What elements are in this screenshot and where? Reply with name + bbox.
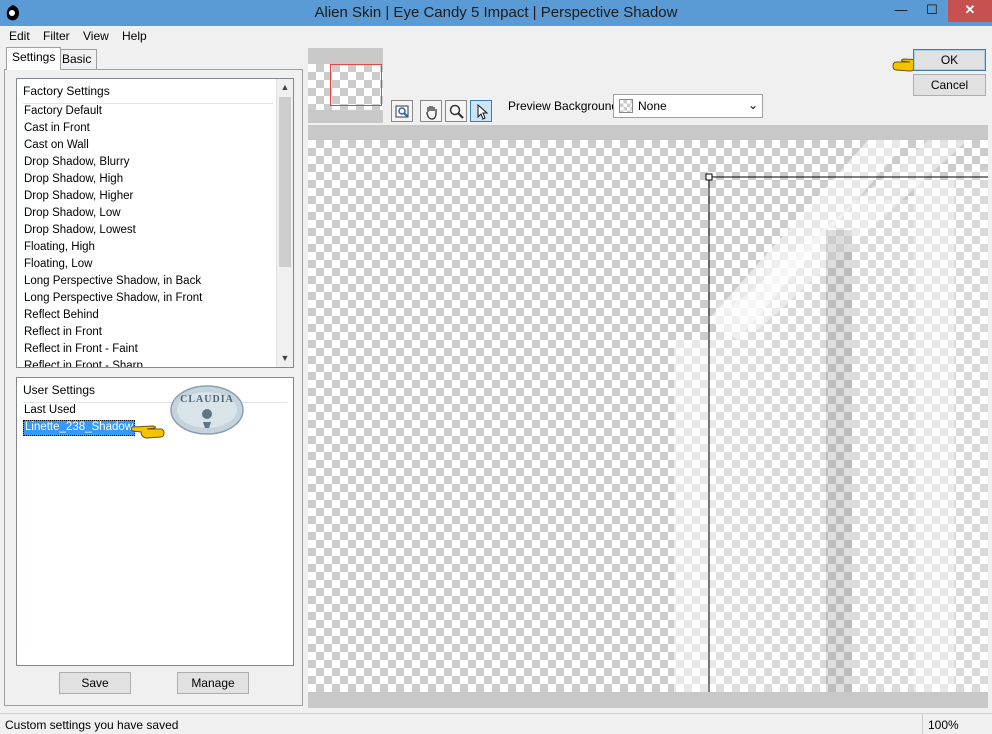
status-message: Custom settings you have saved [5, 718, 179, 732]
transparent-swatch-icon [619, 99, 633, 113]
navigator-viewport[interactable] [330, 64, 382, 106]
user-settings-list[interactable]: User Settings Last Used Linette_238_Shad… [16, 377, 294, 666]
factory-setting-item[interactable]: Reflect in Front [23, 326, 103, 342]
status-divider [922, 714, 923, 734]
preview-background-value: None [638, 99, 667, 113]
preview-background-select[interactable]: None ⌄ [613, 94, 763, 118]
watermark-text: CLAUDIA [180, 394, 234, 405]
preview-area[interactable] [308, 125, 988, 708]
zoom-to-fit-icon [395, 105, 409, 118]
factory-setting-item[interactable]: Cast on Wall [23, 139, 90, 155]
scroll-down-icon[interactable]: ▼ [277, 350, 293, 367]
status-bar: Custom settings you have saved 100% [0, 713, 992, 734]
tab-settings[interactable]: Settings [6, 47, 62, 70]
menu-view[interactable]: View [83, 29, 109, 43]
close-button[interactable]: ✕ [948, 0, 992, 22]
settings-panel: Factory Settings Factory Default Cast in … [4, 69, 303, 706]
factory-setting-item[interactable]: Drop Shadow, Higher [23, 190, 134, 206]
factory-setting-item[interactable]: Drop Shadow, High [23, 173, 124, 189]
factory-setting-item[interactable]: Cast in Front [23, 122, 91, 138]
menu-filter[interactable]: Filter [43, 29, 70, 43]
factory-setting-item[interactable]: Floating, High [23, 241, 96, 257]
save-button[interactable]: Save [59, 672, 131, 694]
factory-setting-item[interactable]: Drop Shadow, Blurry [23, 156, 130, 172]
manage-button[interactable]: Manage [177, 672, 249, 694]
factory-setting-item[interactable]: Drop Shadow, Low [23, 207, 122, 223]
menu-edit[interactable]: Edit [9, 29, 30, 43]
zoom-tool-button[interactable] [445, 100, 467, 122]
cancel-button[interactable]: Cancel [913, 74, 986, 96]
arrow-pointer-icon [477, 104, 489, 120]
maximize-button[interactable]: ☐ [918, 0, 946, 22]
factory-setting-item[interactable]: Floating, Low [23, 258, 93, 274]
hand-icon [426, 106, 437, 120]
factory-settings-scrollbar[interactable]: ▲ ▼ [276, 79, 293, 367]
menu-help[interactable]: Help [122, 29, 147, 43]
scroll-up-icon[interactable]: ▲ [277, 79, 293, 96]
user-settings-header: User Settings [23, 383, 287, 403]
zoom-level: 100% [928, 718, 959, 732]
preview-background-label: Preview Background: [508, 99, 622, 113]
preview-canvas[interactable] [308, 140, 988, 692]
factory-setting-item[interactable]: Long Perspective Shadow, in Back [23, 275, 202, 291]
minimize-button[interactable]: — [887, 0, 915, 22]
chevron-down-icon: ⌄ [747, 98, 758, 112]
factory-setting-item[interactable]: Reflect in Front - Sharp [23, 360, 144, 367]
factory-setting-item[interactable]: Reflect in Front - Faint [23, 343, 139, 359]
shadow-preview-image [674, 140, 988, 692]
factory-setting-item[interactable]: Factory Default [23, 105, 103, 121]
magnifier-icon [449, 104, 464, 119]
hand-tool-button[interactable] [420, 100, 442, 122]
user-setting-linette[interactable]: Linette_238_Shadow [23, 420, 136, 436]
menu-bar: Edit Filter View Help [0, 26, 992, 46]
factory-settings-header: Factory Settings [23, 84, 273, 104]
scroll-thumb[interactable] [279, 97, 291, 267]
user-setting-last-used[interactable]: Last Used [23, 404, 77, 420]
factory-setting-item[interactable]: Long Perspective Shadow, in Front [23, 292, 203, 308]
factory-setting-item[interactable]: Drop Shadow, Lowest [23, 224, 137, 240]
ok-button[interactable]: OK [913, 49, 986, 71]
tab-basic[interactable]: Basic [56, 49, 98, 69]
zoom-to-fit-button[interactable] [391, 100, 413, 122]
title-bar: Alien Skin | Eye Candy 5 Impact | Perspe… [0, 0, 992, 26]
factory-setting-item[interactable]: Reflect Behind [23, 309, 100, 325]
navigator-thumbnail[interactable] [308, 48, 383, 123]
window-title: Alien Skin | Eye Candy 5 Impact | Perspe… [314, 4, 678, 21]
arrow-tool-button[interactable] [470, 100, 492, 122]
hand-pointer-icon [131, 425, 165, 439]
factory-settings-list[interactable]: Factory Settings Factory Default Cast in … [16, 78, 294, 368]
watermark-seal [170, 385, 244, 435]
